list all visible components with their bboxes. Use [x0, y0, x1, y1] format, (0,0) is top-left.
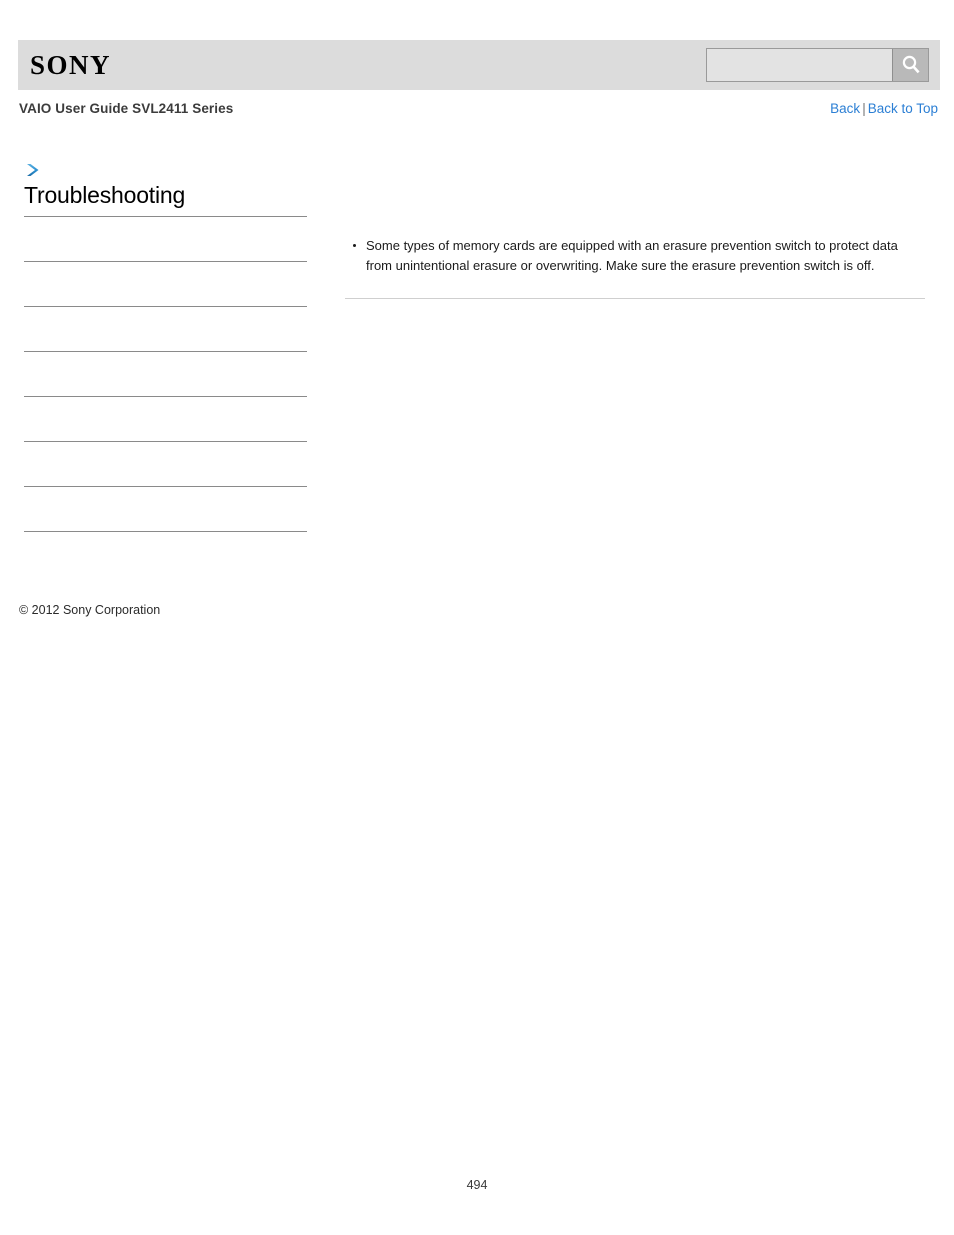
sidebar-item-0[interactable]	[24, 217, 307, 262]
sidebar-item-1[interactable]	[24, 262, 307, 307]
back-link[interactable]: Back	[830, 101, 860, 116]
chevron-right-icon	[24, 160, 307, 180]
page-number: 494	[466, 1178, 488, 1192]
search-button[interactable]	[892, 49, 928, 81]
sony-logo: SONY	[30, 50, 112, 80]
bullet-item: Some types of memory cards are equipped …	[345, 236, 925, 276]
main-content: Some types of memory cards are equipped …	[345, 236, 925, 299]
content-divider	[345, 298, 925, 299]
sidebar-item-5[interactable]	[24, 442, 307, 487]
page-title: Troubleshooting	[24, 182, 186, 208]
sidebar-item-6[interactable]	[24, 487, 307, 532]
sidebar-item-4[interactable]	[24, 397, 307, 442]
search-box	[706, 48, 929, 82]
site-header: SONY	[18, 40, 940, 90]
bullet-list: Some types of memory cards are equipped …	[345, 236, 925, 276]
sidebar-item-3[interactable]	[24, 352, 307, 397]
search-input[interactable]	[707, 49, 892, 81]
sidebar-item-2[interactable]	[24, 307, 307, 352]
back-to-top-link[interactable]: Back to Top	[868, 101, 938, 116]
sidebar: Troubleshooting	[24, 160, 307, 532]
search-icon	[900, 54, 922, 76]
copyright-text: © 2012 Sony Corporation	[19, 603, 161, 617]
sidebar-nav-list	[24, 216, 307, 532]
header-nav-links: Back | Back to Top	[830, 101, 938, 116]
nav-separator: |	[862, 101, 866, 116]
guide-title: VAIO User Guide SVL2411 Series	[19, 101, 234, 116]
